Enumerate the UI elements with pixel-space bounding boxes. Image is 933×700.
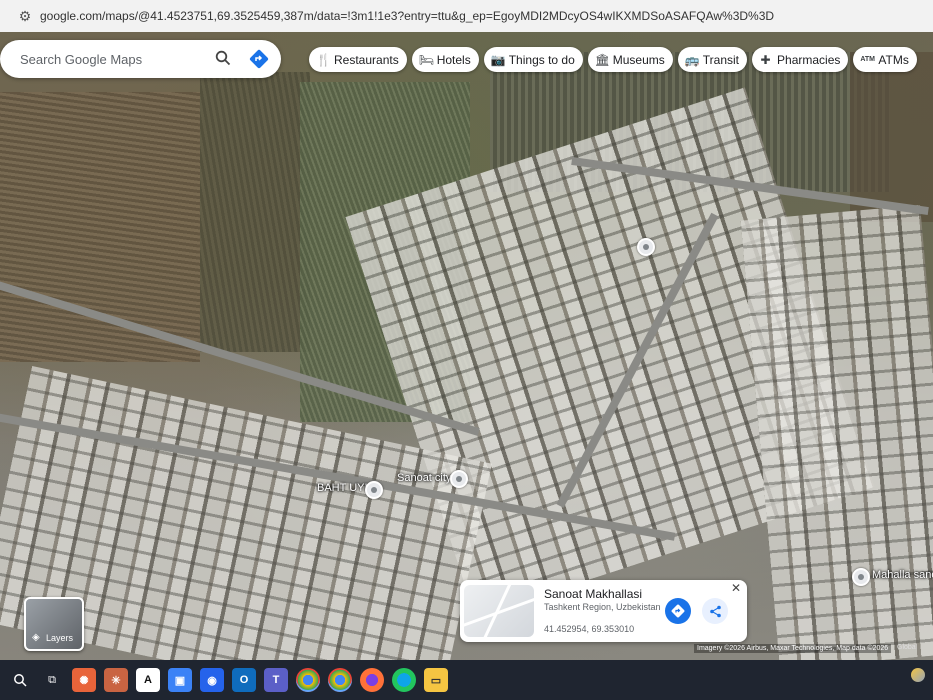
search-icon[interactable]: [8, 668, 32, 692]
system-tray[interactable]: [911, 668, 925, 682]
chip-restaurants[interactable]: 🍴 Restaurants: [309, 47, 407, 72]
place-pin[interactable]: [450, 470, 468, 488]
fork-knife-icon: 🍴: [316, 52, 331, 67]
chip-hotels[interactable]: 🛏 Hotels: [411, 47, 479, 72]
notion-icon[interactable]: A: [136, 668, 160, 692]
chip-pharmacies[interactable]: ✚ Pharmacies: [752, 47, 849, 72]
weather-icon[interactable]: [911, 668, 925, 682]
place-card[interactable]: Sanoat Makhallasi Tashkent Region, Uzbek…: [460, 580, 747, 642]
close-icon[interactable]: ✕: [729, 581, 743, 595]
directions-button[interactable]: [665, 598, 691, 624]
layers-icon: ◈: [32, 632, 40, 643]
camera-icon: 📷: [490, 52, 506, 67]
layers-button[interactable]: ◈ Layers: [24, 597, 84, 651]
map-attribution[interactable]: Imagery ©2026 Airbus, Maxar Technologies…: [694, 644, 892, 653]
search-icon[interactable]: [215, 50, 231, 66]
museum-icon: 🏛: [594, 52, 610, 67]
teams-icon[interactable]: T: [264, 668, 288, 692]
map-scale-global[interactable]: Global: [897, 644, 917, 651]
chip-museums[interactable]: 🏛 Museums: [587, 47, 673, 72]
directions-icon: [671, 604, 685, 618]
place-title: Sanoat Makhallasi: [544, 587, 643, 601]
chatgpt-icon[interactable]: ✺: [72, 668, 96, 692]
outlook-mail-icon[interactable]: O: [232, 668, 256, 692]
place-region: Tashkent Region, Uzbekistan: [544, 602, 661, 612]
pharmacy-icon: ✚: [760, 52, 771, 67]
farm-field: [0, 92, 200, 362]
place-pin[interactable]: [852, 568, 870, 586]
task-view-icon[interactable]: ⧉: [40, 668, 64, 692]
directions-icon[interactable]: [249, 49, 269, 69]
residential-block: [740, 205, 933, 660]
place-coordinates[interactable]: 41.452954, 69.353010: [544, 624, 634, 634]
firefox-icon[interactable]: [360, 668, 384, 692]
outlook-icon[interactable]: ◉: [200, 668, 224, 692]
windows-taskbar: ⧉ ✺ ✳ A ▣ ◉ O T ▭: [0, 660, 933, 700]
edge-icon[interactable]: [392, 668, 416, 692]
chip-things-to-do[interactable]: 📷 Things to do: [483, 47, 583, 72]
map-label-baht-uyi[interactable]: BAHT UYI: [317, 482, 368, 494]
bus-icon: 🚌: [684, 52, 700, 67]
chip-transit[interactable]: 🚌 Transit: [677, 47, 748, 72]
site-settings-icon[interactable]: ⚙: [16, 7, 34, 25]
chip-atms[interactable]: ATM ATMs: [853, 47, 917, 72]
file-explorer-icon[interactable]: ▭: [424, 668, 448, 692]
chrome-icon[interactable]: [296, 668, 320, 692]
place-thumbnail[interactable]: [464, 585, 534, 637]
atm-icon: ATM: [860, 56, 876, 63]
place-pin[interactable]: [637, 238, 655, 256]
photos-icon[interactable]: ▣: [168, 668, 192, 692]
category-chips: 🍴 Restaurants 🛏 Hotels 📷 Things to do 🏛 Muse…: [309, 47, 917, 72]
browser-address-bar[interactable]: ⚙ google.com/maps/@41.4523751,69.3525459…: [0, 0, 933, 33]
search-input[interactable]: [18, 50, 212, 68]
layers-label: Layers: [46, 633, 74, 643]
farm-field: [850, 52, 933, 222]
url-text[interactable]: google.com/maps/@41.4523751,69.3525459,3…: [40, 9, 774, 23]
chrome-icon[interactable]: [328, 668, 352, 692]
claude-icon[interactable]: ✳: [104, 668, 128, 692]
bed-icon: 🛏: [418, 52, 434, 67]
map-label-sanoat-city[interactable]: Sanoat city: [397, 472, 451, 484]
farm-field: [200, 72, 310, 352]
satellite-map[interactable]: 🍴Restaurants 🛏Hotels 📷Things to do 🏛Muse…: [0, 32, 933, 660]
place-pin[interactable]: [365, 481, 383, 499]
share-button[interactable]: [702, 598, 728, 624]
share-icon: [709, 605, 721, 617]
search-box[interactable]: [0, 40, 281, 78]
map-label-mahalla[interactable]: Mahalla sanoat: [872, 569, 933, 581]
